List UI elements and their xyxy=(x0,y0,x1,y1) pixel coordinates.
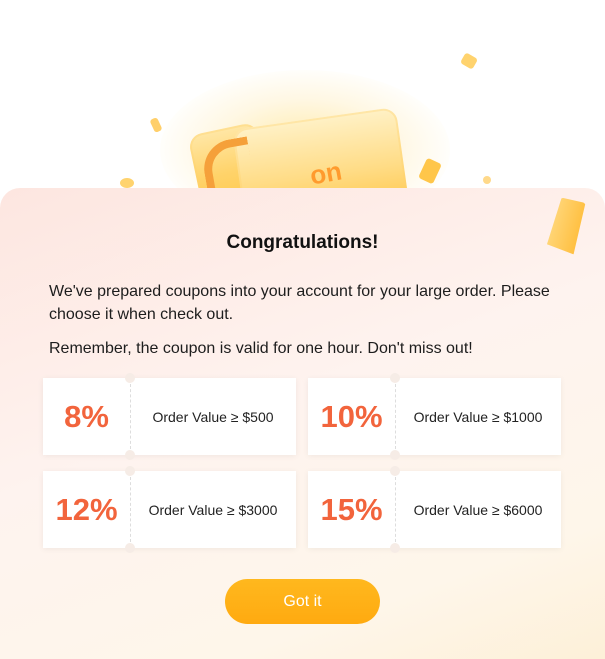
coupon-condition: Order Value ≥ $1000 xyxy=(413,408,543,425)
confetti-icon xyxy=(120,178,134,188)
dialog-message: We've prepared coupons into your account… xyxy=(49,283,550,323)
hero-illustration: on xyxy=(0,0,605,230)
coupon-discount: 15% xyxy=(320,491,383,527)
confetti-icon xyxy=(483,176,491,184)
coupon-discount: 12% xyxy=(55,491,118,527)
coupon-condition: Order Value ≥ $3000 xyxy=(148,501,278,518)
coupon-condition: Order Value ≥ $500 xyxy=(152,408,274,425)
coupon-card: 10% Order Value ≥ $1000 xyxy=(308,373,561,460)
coupon-discount: 8% xyxy=(64,398,109,434)
dialog-title: Congratulations! xyxy=(226,232,379,253)
coupon-discount: 10% xyxy=(320,398,383,434)
coupon-card: 15% Order Value ≥ $6000 xyxy=(308,466,561,553)
coupon-card: 8% Order Value ≥ $500 xyxy=(43,373,296,460)
coupon-card: 12% Order Value ≥ $3000 xyxy=(43,466,296,553)
dialog-reminder: Remember, the coupon is valid for one ho… xyxy=(49,340,473,357)
coupon-condition: Order Value ≥ $6000 xyxy=(413,501,543,518)
got-it-button[interactable]: Got it xyxy=(225,579,380,624)
confetti-icon xyxy=(149,116,163,134)
confetti-icon xyxy=(459,52,479,70)
ticket-text: on xyxy=(307,155,345,191)
